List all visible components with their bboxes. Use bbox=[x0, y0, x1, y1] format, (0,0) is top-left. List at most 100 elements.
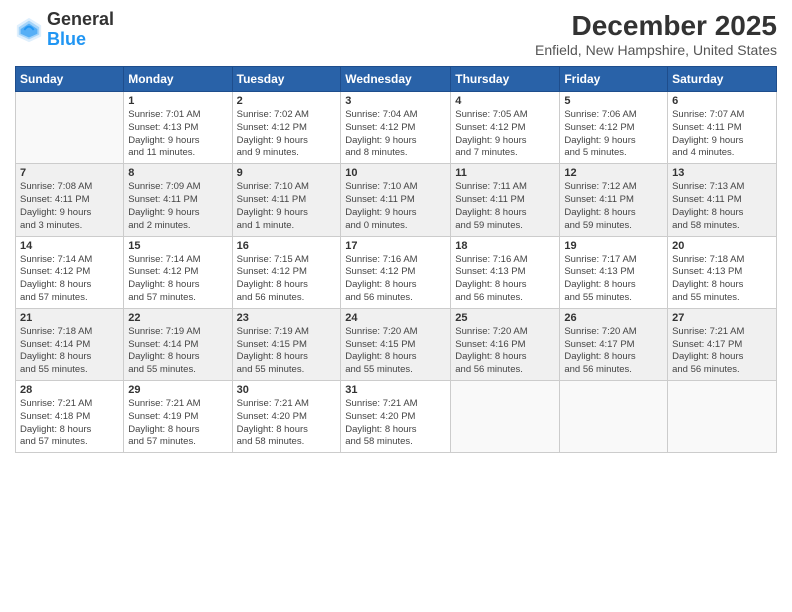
day-number: 7 bbox=[20, 167, 119, 179]
calendar-cell: 26Sunrise: 7:20 AMSunset: 4:17 PMDayligh… bbox=[560, 308, 668, 380]
day-info: Sunrise: 7:08 AMSunset: 4:11 PMDaylight:… bbox=[20, 181, 119, 232]
calendar-cell: 6 Sunrise: 7:07 AMSunset: 4:11 PMDaylight… bbox=[668, 92, 777, 164]
day-number: 31 bbox=[345, 384, 446, 396]
calendar-cell: 5 Sunrise: 7:06 AMSunset: 4:12 PMDaylight… bbox=[560, 92, 668, 164]
calendar-cell: 31Sunrise: 7:21 AMSunset: 4:20 PMDayligh… bbox=[341, 381, 451, 453]
weekday-header-row: SundayMondayTuesdayWednesdayThursdayFrid… bbox=[16, 67, 777, 92]
day-number: 26 bbox=[564, 312, 663, 324]
calendar-cell: 8Sunrise: 7:09 AMSunset: 4:11 PMDaylight… bbox=[124, 164, 232, 236]
calendar-cell: 15Sunrise: 7:14 AMSunset: 4:12 PMDayligh… bbox=[124, 236, 232, 308]
calendar-cell: 7 Sunrise: 7:08 AMSunset: 4:11 PMDaylight… bbox=[16, 164, 124, 236]
weekday-header-monday: Monday bbox=[124, 67, 232, 92]
day-info: Sunrise: 7:07 AMSunset: 4:11 PMDaylight:… bbox=[672, 109, 772, 160]
day-number: 19 bbox=[564, 240, 663, 252]
day-number: 27 bbox=[672, 312, 772, 324]
weekday-header-sunday: Sunday bbox=[16, 67, 124, 92]
day-info: Sunrise: 7:21 AMSunset: 4:20 PMDaylight:… bbox=[237, 398, 337, 449]
weekday-header-tuesday: Tuesday bbox=[232, 67, 341, 92]
day-info: Sunrise: 7:16 AMSunset: 4:12 PMDaylight:… bbox=[345, 254, 446, 305]
day-number: 1 bbox=[128, 95, 227, 107]
day-number: 14 bbox=[20, 240, 119, 252]
day-number: 17 bbox=[345, 240, 446, 252]
day-number: 5 bbox=[564, 95, 663, 107]
day-info: Sunrise: 7:19 AMSunset: 4:14 PMDaylight:… bbox=[128, 326, 227, 377]
week-row-4: 21 Sunrise: 7:18 AMSunset: 4:14 PMDayligh… bbox=[16, 308, 777, 380]
weekday-header-wednesday: Wednesday bbox=[341, 67, 451, 92]
page: General Blue December 2025 Enfield, New … bbox=[0, 0, 792, 612]
calendar-cell: 25Sunrise: 7:20 AMSunset: 4:16 PMDayligh… bbox=[451, 308, 560, 380]
logo-line1: General bbox=[47, 10, 114, 30]
day-number: 13 bbox=[672, 167, 772, 179]
weekday-header-friday: Friday bbox=[560, 67, 668, 92]
day-info: Sunrise: 7:21 AMSunset: 4:17 PMDaylight:… bbox=[672, 326, 772, 377]
day-info: Sunrise: 7:14 AMSunset: 4:12 PMDaylight:… bbox=[128, 254, 227, 305]
calendar-cell: 10Sunrise: 7:10 AMSunset: 4:11 PMDayligh… bbox=[341, 164, 451, 236]
day-info: Sunrise: 7:14 AMSunset: 4:12 PMDaylight:… bbox=[20, 254, 119, 305]
day-number: 16 bbox=[237, 240, 337, 252]
day-info: Sunrise: 7:16 AMSunset: 4:13 PMDaylight:… bbox=[455, 254, 555, 305]
day-number: 10 bbox=[345, 167, 446, 179]
day-info: Sunrise: 7:01 AMSunset: 4:13 PMDaylight:… bbox=[128, 109, 227, 160]
calendar-cell: 2 Sunrise: 7:02 AMSunset: 4:12 PMDaylight… bbox=[232, 92, 341, 164]
weekday-header-thursday: Thursday bbox=[451, 67, 560, 92]
day-info: Sunrise: 7:18 AMSunset: 4:13 PMDaylight:… bbox=[672, 254, 772, 305]
day-number: 18 bbox=[455, 240, 555, 252]
calendar-cell: 21 Sunrise: 7:18 AMSunset: 4:14 PMDayligh… bbox=[16, 308, 124, 380]
header: General Blue December 2025 Enfield, New … bbox=[15, 10, 777, 58]
day-info: Sunrise: 7:20 AMSunset: 4:16 PMDaylight:… bbox=[455, 326, 555, 377]
day-number: 21 bbox=[20, 312, 119, 324]
calendar-cell: 17 Sunrise: 7:16 AMSunset: 4:12 PMDayligh… bbox=[341, 236, 451, 308]
day-info: Sunrise: 7:06 AMSunset: 4:12 PMDaylight:… bbox=[564, 109, 663, 160]
day-info: Sunrise: 7:10 AMSunset: 4:11 PMDaylight:… bbox=[237, 181, 337, 232]
day-number: 4 bbox=[455, 95, 555, 107]
day-info: Sunrise: 7:17 AMSunset: 4:13 PMDaylight:… bbox=[564, 254, 663, 305]
calendar-cell: 11Sunrise: 7:11 AMSunset: 4:11 PMDayligh… bbox=[451, 164, 560, 236]
calendar-cell bbox=[560, 381, 668, 453]
calendar-cell: 4 Sunrise: 7:05 AMSunset: 4:12 PMDaylight… bbox=[451, 92, 560, 164]
day-info: Sunrise: 7:05 AMSunset: 4:12 PMDaylight:… bbox=[455, 109, 555, 160]
calendar-cell: 18 Sunrise: 7:16 AMSunset: 4:13 PMDayligh… bbox=[451, 236, 560, 308]
day-number: 22 bbox=[128, 312, 227, 324]
day-info: Sunrise: 7:12 AMSunset: 4:11 PMDaylight:… bbox=[564, 181, 663, 232]
day-info: Sunrise: 7:18 AMSunset: 4:14 PMDaylight:… bbox=[20, 326, 119, 377]
calendar-cell: 24Sunrise: 7:20 AMSunset: 4:15 PMDayligh… bbox=[341, 308, 451, 380]
calendar-cell: 12Sunrise: 7:12 AMSunset: 4:11 PMDayligh… bbox=[560, 164, 668, 236]
logo: General Blue bbox=[15, 10, 114, 50]
day-info: Sunrise: 7:13 AMSunset: 4:11 PMDaylight:… bbox=[672, 181, 772, 232]
calendar-cell: 22 Sunrise: 7:19 AMSunset: 4:14 PMDayligh… bbox=[124, 308, 232, 380]
day-info: Sunrise: 7:19 AMSunset: 4:15 PMDaylight:… bbox=[237, 326, 337, 377]
calendar-cell bbox=[668, 381, 777, 453]
location-title: Enfield, New Hampshire, United States bbox=[535, 42, 777, 58]
week-row-5: 28Sunrise: 7:21 AMSunset: 4:18 PMDayligh… bbox=[16, 381, 777, 453]
month-title: December 2025 bbox=[535, 10, 777, 42]
calendar-cell bbox=[451, 381, 560, 453]
logo-line2: Blue bbox=[47, 30, 114, 50]
logo-icon bbox=[15, 16, 43, 44]
day-info: Sunrise: 7:09 AMSunset: 4:11 PMDaylight:… bbox=[128, 181, 227, 232]
calendar-cell: 29Sunrise: 7:21 AMSunset: 4:19 PMDayligh… bbox=[124, 381, 232, 453]
day-number: 3 bbox=[345, 95, 446, 107]
week-row-3: 14 Sunrise: 7:14 AMSunset: 4:12 PMDayligh… bbox=[16, 236, 777, 308]
calendar-cell: 1 Sunrise: 7:01 AMSunset: 4:13 PMDaylight… bbox=[124, 92, 232, 164]
day-info: Sunrise: 7:04 AMSunset: 4:12 PMDaylight:… bbox=[345, 109, 446, 160]
logo-text: General Blue bbox=[47, 10, 114, 50]
calendar-cell: 14 Sunrise: 7:14 AMSunset: 4:12 PMDayligh… bbox=[16, 236, 124, 308]
calendar-cell: 19 Sunrise: 7:17 AMSunset: 4:13 PMDayligh… bbox=[560, 236, 668, 308]
day-number: 6 bbox=[672, 95, 772, 107]
calendar-cell: 3 Sunrise: 7:04 AMSunset: 4:12 PMDaylight… bbox=[341, 92, 451, 164]
calendar-cell: 13 Sunrise: 7:13 AMSunset: 4:11 PMDayligh… bbox=[668, 164, 777, 236]
day-info: Sunrise: 7:15 AMSunset: 4:12 PMDaylight:… bbox=[237, 254, 337, 305]
calendar-cell: 23Sunrise: 7:19 AMSunset: 4:15 PMDayligh… bbox=[232, 308, 341, 380]
calendar-cell: 9Sunrise: 7:10 AMSunset: 4:11 PMDaylight… bbox=[232, 164, 341, 236]
calendar-table: SundayMondayTuesdayWednesdayThursdayFrid… bbox=[15, 66, 777, 453]
day-number: 2 bbox=[237, 95, 337, 107]
title-block: December 2025 Enfield, New Hampshire, Un… bbox=[535, 10, 777, 58]
day-info: Sunrise: 7:02 AMSunset: 4:12 PMDaylight:… bbox=[237, 109, 337, 160]
day-number: 30 bbox=[237, 384, 337, 396]
calendar-cell bbox=[16, 92, 124, 164]
weekday-header-saturday: Saturday bbox=[668, 67, 777, 92]
day-info: Sunrise: 7:21 AMSunset: 4:19 PMDaylight:… bbox=[128, 398, 227, 449]
week-row-2: 7 Sunrise: 7:08 AMSunset: 4:11 PMDaylight… bbox=[16, 164, 777, 236]
calendar-cell: 20Sunrise: 7:18 AMSunset: 4:13 PMDayligh… bbox=[668, 236, 777, 308]
day-info: Sunrise: 7:11 AMSunset: 4:11 PMDaylight:… bbox=[455, 181, 555, 232]
